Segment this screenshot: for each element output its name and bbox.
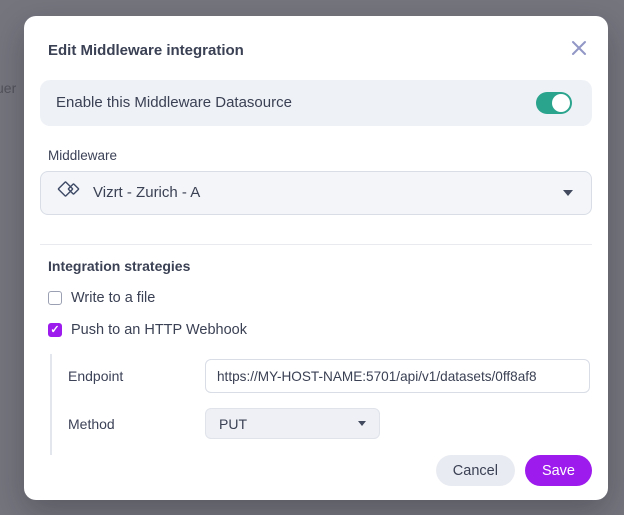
middleware-selected-value: Vizrt - Zurich - A: [93, 184, 553, 201]
caret-down-icon: [563, 190, 573, 196]
save-button[interactable]: Save: [525, 455, 592, 486]
edit-middleware-integration-modal: Edit Middleware integration Enable this …: [24, 16, 608, 500]
middleware-select[interactable]: Vizrt - Zurich - A: [40, 171, 592, 215]
integration-strategies-heading: Integration strategies: [48, 258, 592, 274]
endpoint-label: Endpoint: [68, 368, 205, 384]
push-webhook-checkbox[interactable]: ✓: [48, 323, 62, 337]
close-button[interactable]: [570, 33, 592, 57]
modal-title: Edit Middleware integration: [40, 33, 244, 59]
modal-footer: Cancel Save: [40, 455, 592, 486]
write-to-file-label: Write to a file: [71, 290, 155, 306]
push-webhook-label: Push to an HTTP Webhook: [71, 322, 247, 338]
enable-datasource-row: Enable this Middleware Datasource: [40, 80, 592, 126]
enable-datasource-toggle[interactable]: [536, 92, 572, 114]
overlapping-diamonds-icon: [56, 179, 83, 206]
modal-header: Edit Middleware integration: [40, 33, 592, 59]
background-page-text: uer: [0, 80, 16, 96]
write-to-file-option[interactable]: ✓ Write to a file: [48, 290, 592, 306]
enable-datasource-label: Enable this Middleware Datasource: [56, 94, 292, 111]
section-divider: [40, 244, 592, 245]
method-selected-value: PUT: [219, 416, 247, 432]
push-webhook-option[interactable]: ✓ Push to an HTTP Webhook: [48, 322, 592, 338]
method-row: Method PUT: [68, 408, 592, 439]
close-icon: [570, 45, 588, 60]
write-to-file-checkbox[interactable]: ✓: [48, 291, 62, 305]
method-select[interactable]: PUT: [205, 408, 380, 439]
middleware-field-label: Middleware: [48, 148, 592, 163]
method-label: Method: [68, 416, 205, 432]
toggle-knob: [552, 94, 570, 112]
endpoint-row: Endpoint: [68, 359, 592, 393]
webhook-settings-group: Endpoint Method PUT: [50, 354, 592, 455]
caret-down-icon: [358, 421, 366, 426]
endpoint-input[interactable]: [205, 359, 590, 393]
cancel-button[interactable]: Cancel: [436, 455, 515, 486]
